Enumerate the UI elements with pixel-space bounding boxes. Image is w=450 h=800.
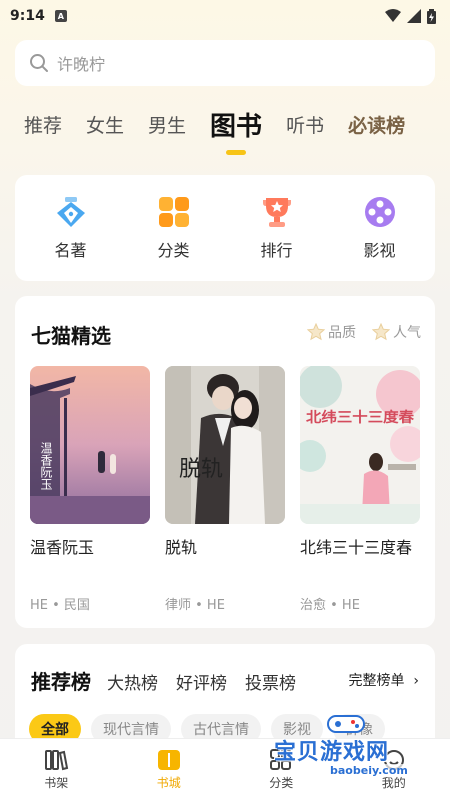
tab-votes[interactable]: 投票榜 (245, 669, 296, 694)
full-ranking-link[interactable]: 完整榜单 › (348, 670, 419, 690)
profile-icon (383, 750, 404, 770)
channel-tabs: 推荐 女生 男生 图书 听书 必读榜 (24, 106, 430, 155)
section-title: 七猫精选 (31, 324, 111, 348)
book-tags: 治愈 • HE (300, 598, 360, 613)
tab-female[interactable]: 女生 (86, 111, 124, 138)
nav-bookshelf[interactable]: 书架 (21, 748, 91, 791)
tab-male[interactable]: 男生 (148, 111, 186, 138)
cover-title-text: 北纬三十三度春 (306, 409, 415, 426)
star-icon (372, 323, 390, 341)
search-icon (30, 54, 48, 72)
pen-nib-icon (56, 197, 85, 227)
trophy-icon (262, 198, 291, 227)
shortcut-label: 分类 (157, 241, 190, 260)
nav-label: 我的 (381, 776, 406, 790)
book-tags: HE • 民国 (30, 598, 90, 613)
book-title: 脱轨 (165, 538, 198, 557)
nav-label: 书城 (156, 776, 181, 790)
bottom-nav: 书架 书城 分类 我的 (0, 738, 450, 800)
cover-illustration: 北纬三十三度春 (300, 366, 420, 524)
book-tags: 律师 • HE (165, 598, 225, 613)
picks-filters: 品质 人气 (307, 322, 421, 342)
full-ranking-label: 完整榜单 (348, 673, 405, 689)
book-title: 北纬三十三度春 (300, 538, 413, 557)
tab-must-read[interactable]: 必读榜 (348, 111, 405, 138)
cover-title-text: 温香阮玉 (39, 442, 53, 490)
wifi-icon (385, 9, 401, 22)
nav-categories[interactable]: 分类 (246, 748, 316, 791)
tab-audiobooks[interactable]: 听书 (286, 111, 324, 138)
chevron-right-icon: › (408, 673, 419, 689)
ranking-tabs: 推荐榜 大热榜 好评榜 投票榜 (31, 666, 314, 695)
status-bar: 9:14 A (0, 0, 450, 32)
editor-picks-card: 七猫精选 品质 人气 温香阮玉 温香阮玉 HE • 民国 脱轨 脱轨 律师 • … (15, 296, 435, 628)
tab-hot-list[interactable]: 大热榜 (107, 669, 158, 694)
book-item[interactable]: 温香阮玉 温香阮玉 HE • 民国 (30, 366, 150, 613)
shortcut-classics[interactable]: 名著 (31, 195, 111, 261)
cover-title-text: 脱轨 (179, 457, 223, 482)
shortcut-film[interactable]: 影视 (340, 195, 420, 261)
status-time: 9:14 (10, 8, 45, 24)
shortcut-label: 名著 (54, 241, 87, 260)
signal-icon (407, 9, 421, 23)
search-bar[interactable]: 许晚柠 (15, 40, 435, 86)
book-item[interactable]: 脱轨 脱轨 律师 • HE (165, 366, 285, 613)
filter-quality[interactable]: 品质 (307, 322, 356, 342)
grid-icon (158, 197, 189, 227)
book-item[interactable]: 北纬三十三度春 北纬三十三度春 治愈 • HE (300, 366, 420, 613)
cover-illustration: 脱轨 (165, 366, 285, 524)
book-cover: 温香阮玉 (30, 366, 150, 524)
book-title: 温香阮玉 (30, 538, 95, 557)
filter-label: 品质 (328, 325, 356, 341)
search-placeholder: 许晚柠 (57, 55, 106, 74)
star-icon (307, 323, 325, 341)
tab-recommend[interactable]: 推荐 (24, 111, 62, 138)
shortcut-card: 名著 分类 排行 影视 (15, 175, 435, 281)
ranking-title: 推荐榜 (31, 670, 91, 694)
tab-top-rated[interactable]: 好评榜 (176, 669, 227, 694)
bookshelf-icon (45, 750, 69, 771)
film-reel-icon (364, 197, 395, 227)
shortcut-ranking[interactable]: 排行 (237, 195, 317, 261)
book-cover: 北纬三十三度春 (300, 366, 420, 524)
nav-label: 书架 (44, 776, 69, 790)
filter-label: 人气 (393, 325, 421, 341)
filter-popularity[interactable]: 人气 (372, 322, 421, 342)
shortcut-label: 排行 (260, 241, 293, 260)
status-icons (385, 8, 436, 24)
tab-books[interactable]: 图书 (210, 106, 262, 155)
notification-icon: A (54, 10, 67, 22)
shortcut-categories[interactable]: 分类 (134, 195, 214, 261)
book-open-icon (157, 750, 180, 770)
battery-icon (427, 8, 436, 24)
cover-illustration: 温香阮玉 (30, 366, 150, 524)
shortcut-label: 影视 (363, 241, 396, 260)
nav-label: 分类 (269, 776, 294, 790)
nav-bookstore[interactable]: 书城 (134, 748, 204, 791)
category-icon (270, 749, 292, 770)
nav-profile[interactable]: 我的 (359, 748, 429, 791)
book-cover: 脱轨 (165, 366, 285, 524)
